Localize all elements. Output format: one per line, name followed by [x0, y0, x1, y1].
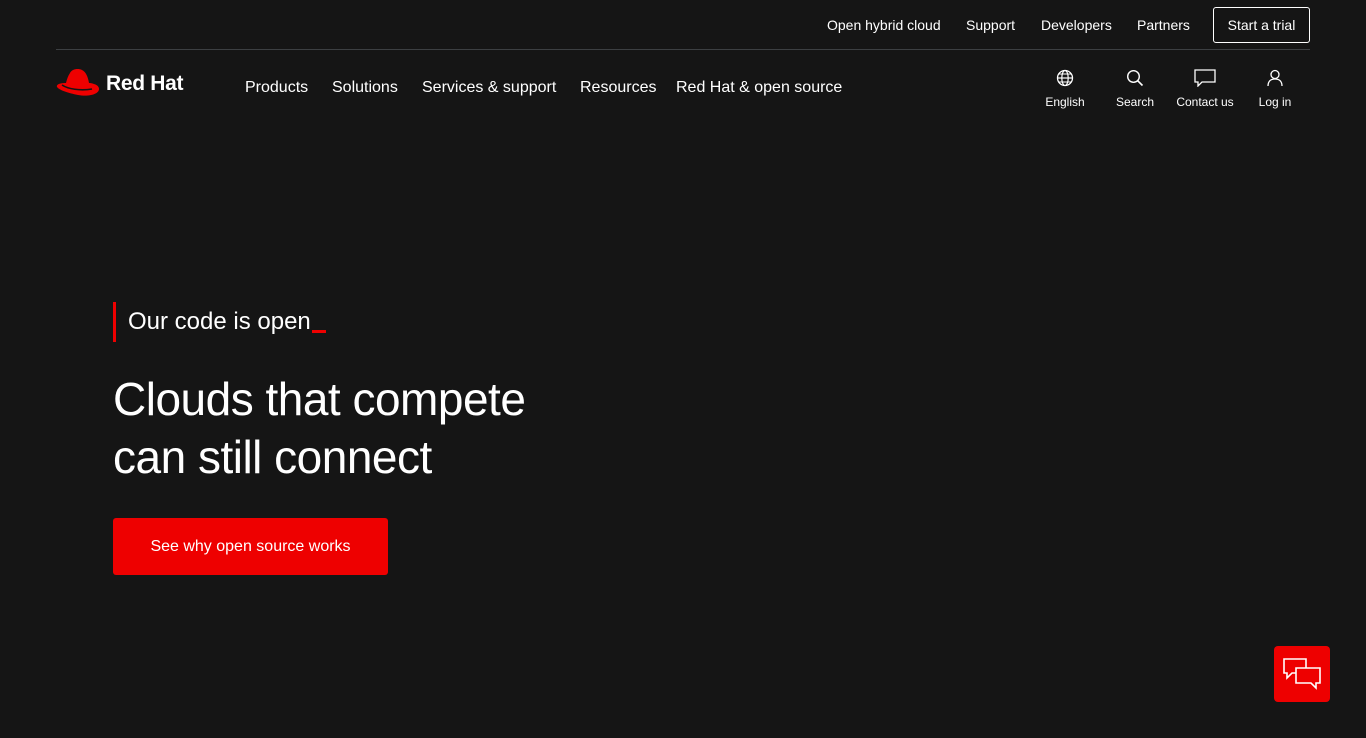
logo-wordmark: Red Hat: [106, 72, 184, 95]
main-nav: Red Hat Products Solutions Services & su…: [0, 50, 1366, 124]
language-selector[interactable]: English: [1030, 67, 1100, 109]
chat-widget-button[interactable]: [1274, 646, 1330, 702]
typing-cursor-icon: [311, 329, 326, 333]
utility-bar: Open hybrid cloud Support Developers Par…: [56, 0, 1310, 50]
nav-item-solutions[interactable]: Solutions: [332, 79, 398, 97]
language-label: English: [1045, 95, 1085, 109]
hero-cta-button[interactable]: See why open source works: [113, 518, 388, 575]
globe-icon: [1056, 69, 1074, 87]
hero-title: Clouds that compete can still connect: [113, 370, 673, 486]
log-in-label: Log in: [1258, 95, 1292, 109]
hero-title-line-1: Clouds that compete: [113, 373, 526, 425]
contact-us-label: Contact us: [1176, 95, 1234, 109]
red-hat-logo-icon: [56, 69, 99, 96]
log-in-button[interactable]: Log in: [1240, 67, 1310, 109]
nav-item-products[interactable]: Products: [245, 79, 308, 97]
utility-link-partners[interactable]: Partners: [1137, 17, 1190, 33]
hero-title-line-2: can still connect: [113, 431, 432, 483]
hero-eyebrow: Our code is open: [113, 302, 326, 342]
hero-eyebrow-text: Our code is open: [128, 308, 311, 335]
search-icon: [1126, 69, 1144, 87]
logo[interactable]: Red Hat: [56, 67, 184, 101]
start-trial-button[interactable]: Start a trial: [1213, 7, 1310, 43]
nav-item-resources[interactable]: Resources: [580, 79, 656, 97]
search-button[interactable]: Search: [1100, 67, 1170, 109]
chat-bubble-icon: [1194, 69, 1216, 87]
utility-link-open-hybrid-cloud[interactable]: Open hybrid cloud: [827, 17, 941, 33]
utility-link-support[interactable]: Support: [966, 17, 1015, 33]
contact-us-button[interactable]: Contact us: [1170, 67, 1240, 109]
nav-item-services-support[interactable]: Services & support: [422, 79, 556, 97]
user-icon: [1267, 69, 1283, 87]
search-label: Search: [1115, 95, 1155, 109]
nav-item-red-hat-open-source[interactable]: Red Hat & open source: [676, 79, 842, 97]
utility-link-developers[interactable]: Developers: [1041, 17, 1112, 33]
chat-icon: [1283, 658, 1321, 690]
